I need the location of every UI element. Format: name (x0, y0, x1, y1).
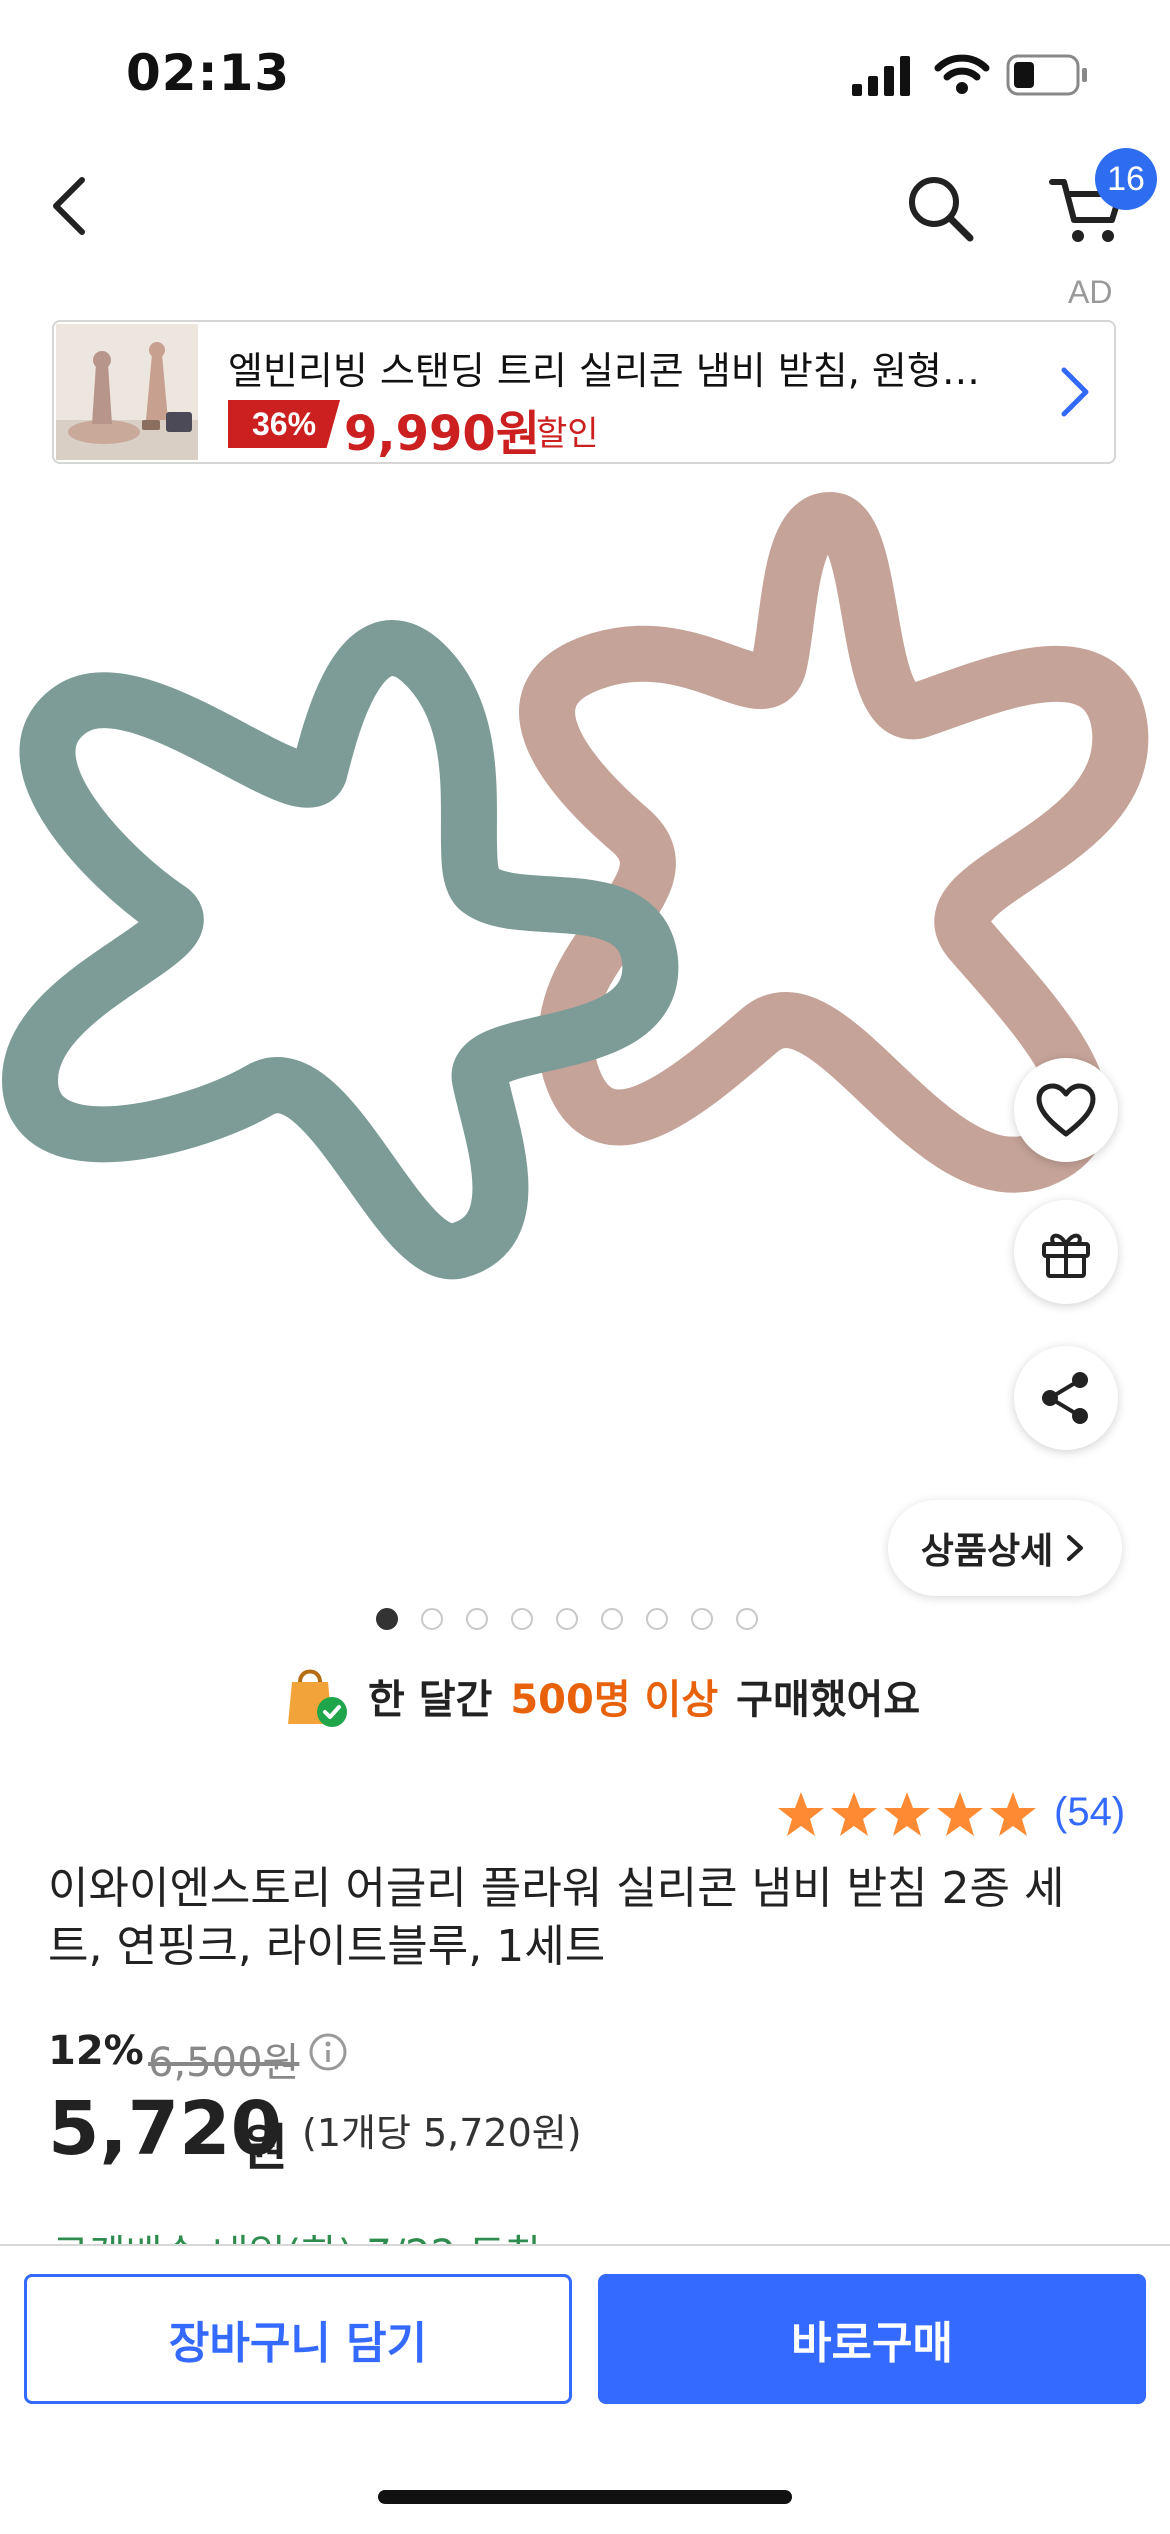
price-currency: 원 (242, 2119, 288, 2177)
five-stars-icon (778, 1792, 1036, 1836)
product-image[interactable] (0, 470, 1170, 1610)
social-proof-prefix: 한 달간 (368, 1677, 493, 1723)
buy-now-button[interactable]: 바로구매 (598, 2274, 1146, 2404)
flower-trivets-illustration (2, 492, 1149, 1280)
pagination-dot[interactable] (376, 1608, 398, 1630)
ad-label: AD (1068, 274, 1113, 310)
ad-thumbnail-image (56, 324, 198, 460)
pagination-dot[interactable] (646, 1608, 668, 1630)
original-price: 6,500원 (148, 2040, 300, 2086)
shopping-bag-check-icon (288, 1669, 347, 1727)
pagination-dot[interactable] (601, 1608, 623, 1630)
pagination-dot[interactable] (556, 1608, 578, 1630)
gift-button[interactable] (1014, 1200, 1118, 1304)
pagination-dot[interactable] (466, 1608, 488, 1630)
pagination-dot[interactable] (421, 1608, 443, 1630)
social-proof-suffix: 구매했어요 (736, 1677, 921, 1723)
ad-discount-badge: 36% (228, 400, 340, 448)
pagination-dot[interactable] (511, 1608, 533, 1630)
purchase-count-banner: 한 달간 500명 이상 구매했어요 (282, 1660, 920, 1732)
product-detail-button[interactable]: 상품상세 (888, 1500, 1122, 1596)
unit-price: (1개당 5,720원) (302, 2111, 582, 2155)
pagination-dot[interactable] (691, 1608, 713, 1630)
status-bar: 02:13 (0, 0, 1170, 150)
gallery-pagination (376, 1608, 758, 1632)
ad-banner[interactable]: 엘빈리빙 스탠딩 트리 실리콘 냄비 받침, 원형… 36% 9,990원 할인 (52, 320, 1116, 464)
info-icon[interactable] (308, 2032, 348, 2072)
gift-icon (1042, 1233, 1090, 1278)
product-detail-label: 상품상세 (920, 1531, 1054, 1572)
ad-price: 9,990원 (344, 406, 540, 462)
ad-title: 엘빈리빙 스탠딩 트리 실리콘 냄비 받침, 원형… (228, 349, 980, 393)
wishlist-button[interactable] (1014, 1058, 1118, 1162)
social-proof-highlight: 500명 이상 (510, 1677, 719, 1723)
home-indicator (378, 2490, 792, 2504)
chevron-right-icon (1067, 1535, 1084, 1561)
product-title: 이와이엔스토리 어글리 플라워 실리콘 냄비 받침 2종 세트, 연핑크, 라이… (48, 1863, 1065, 1972)
cart-count-badge: 16 (1095, 148, 1157, 210)
battery-icon (1006, 54, 1087, 96)
chevron-right-icon (1061, 367, 1089, 417)
discount-rate: 12% (48, 2028, 144, 2074)
search-icon[interactable] (904, 172, 976, 244)
status-time: 02:13 (126, 44, 291, 102)
review-count-link[interactable]: (54) (1054, 1790, 1125, 1835)
delivery-info: 로켓배송 내일(화) 7/22 도착 (52, 2222, 542, 2246)
share-icon (1042, 1372, 1088, 1424)
star-rating[interactable] (774, 1788, 1044, 1842)
top-nav-bar (0, 150, 1170, 280)
back-arrow-icon[interactable] (46, 176, 94, 236)
add-to-cart-button[interactable]: 장바구니 담기 (24, 2274, 572, 2404)
heart-icon (1036, 1083, 1096, 1137)
pagination-dot[interactable] (736, 1608, 758, 1630)
ad-sale-tag: 할인 (536, 414, 599, 454)
cellular-signal-icon (852, 56, 910, 96)
wifi-icon (934, 54, 990, 94)
share-button[interactable] (1014, 1346, 1118, 1450)
